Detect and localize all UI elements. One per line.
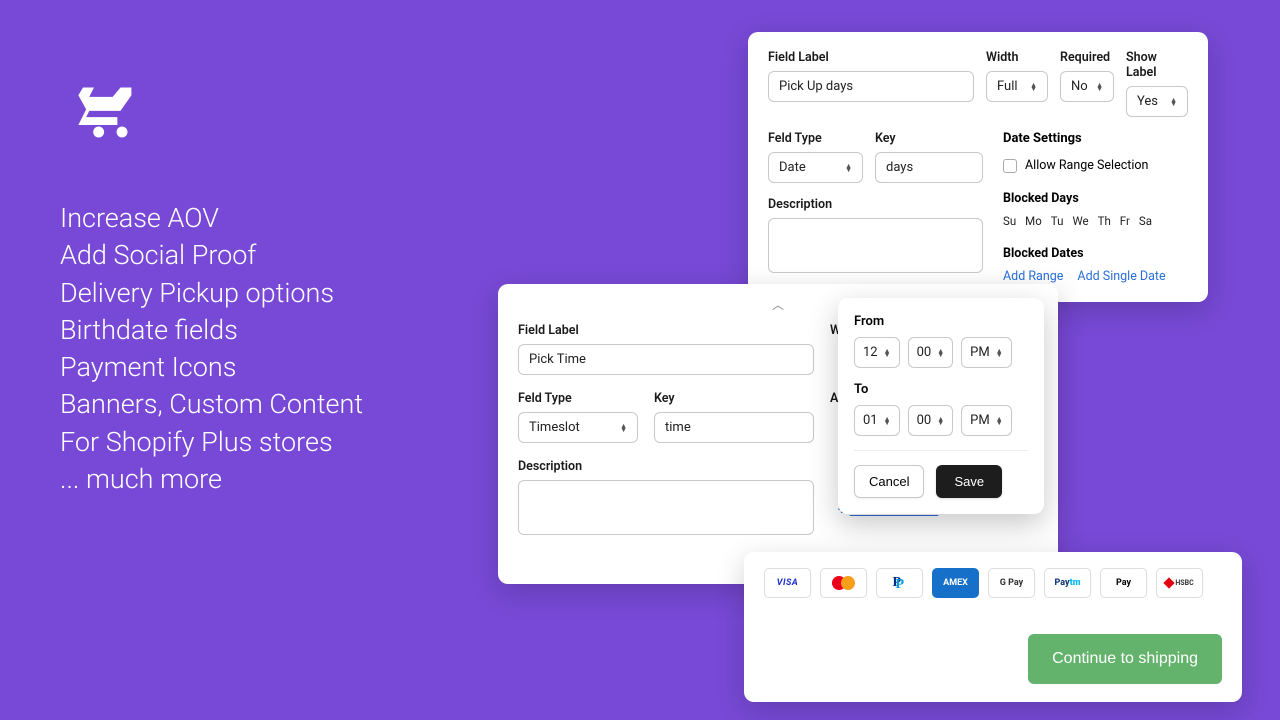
field-label-lbl: Field Label [768, 50, 974, 65]
cancel-button[interactable]: Cancel [854, 465, 924, 498]
field-type-select[interactable]: Date [768, 152, 863, 183]
mastercard-icon [820, 568, 867, 598]
field-label-input[interactable]: Pick Time [518, 344, 814, 375]
app-logo [58, 57, 158, 157]
feature-item: Add Social Proof [60, 237, 363, 274]
visa-icon: VISA [764, 568, 811, 598]
showlabel-select[interactable]: Yes [1126, 86, 1188, 117]
add-range-link[interactable]: Add Range [1003, 269, 1063, 284]
from-hour-select[interactable]: 12 [854, 337, 900, 368]
width-select[interactable]: Full [986, 71, 1048, 102]
required-lbl: Required [1060, 50, 1114, 65]
date-settings-header: Date Settings [1003, 131, 1188, 146]
description-input[interactable] [518, 480, 814, 535]
feature-item: Increase AOV [60, 200, 363, 237]
blocked-dates-header: Blocked Dates [1003, 246, 1188, 261]
from-ampm-select[interactable]: PM [961, 337, 1012, 368]
required-select[interactable]: No [1060, 71, 1114, 102]
feature-list: Increase AOV Add Social Proof Delivery P… [60, 200, 363, 498]
key-lbl: Key [875, 131, 983, 146]
feature-item: Banners, Custom Content [60, 386, 363, 423]
day-toggle[interactable]: Tu [1051, 214, 1064, 228]
description-input[interactable] [768, 218, 983, 273]
applepay-icon: Pay [1100, 568, 1147, 598]
paypal-icon: PP [876, 568, 923, 598]
key-input[interactable]: days [875, 152, 983, 183]
width-lbl: Width [986, 50, 1048, 65]
to-hour-select[interactable]: 01 [854, 405, 900, 436]
feature-item: ... much more [60, 461, 363, 498]
date-field-card: Field Label Pick Up days Width Full Requ… [748, 32, 1208, 302]
feature-item: Birthdate fields [60, 312, 363, 349]
feature-item: For Shopify Plus stores [60, 424, 363, 461]
to-ampm-select[interactable]: PM [961, 405, 1012, 436]
add-single-date-link[interactable]: Add Single Date [1077, 269, 1165, 284]
day-toggle[interactable]: Mo [1025, 214, 1042, 228]
gpay-icon: G Pay [988, 568, 1035, 598]
feature-item: Payment Icons [60, 349, 363, 386]
day-toggle[interactable]: Sa [1139, 214, 1152, 228]
to-minute-select[interactable]: 00 [908, 405, 954, 436]
blocked-days-header: Blocked Days [1003, 191, 1188, 206]
hsbc-icon: HSBC [1156, 568, 1203, 598]
paytm-icon: Paytm [1044, 568, 1091, 598]
day-toggle[interactable]: Su [1003, 214, 1016, 228]
field-type-lbl: Feld Type [768, 131, 863, 146]
day-toggle[interactable]: Fr [1120, 214, 1130, 228]
from-label: From [854, 314, 1028, 329]
key-input[interactable]: time [654, 412, 814, 443]
cart-logo-icon [69, 68, 147, 146]
day-toggle[interactable]: Th [1098, 214, 1111, 228]
feature-item: Delivery Pickup options [60, 275, 363, 312]
payment-card: VISA PP AMEX G Pay Paytm Pay HSBC Contin… [744, 552, 1242, 702]
allow-range-label: Allow Range Selection [1025, 158, 1148, 173]
save-button[interactable]: Save [936, 465, 1002, 498]
continue-to-shipping-button[interactable]: Continue to shipping [1028, 634, 1222, 684]
description-lbl: Description [768, 197, 983, 212]
to-label: To [854, 382, 1028, 397]
field-type-select[interactable]: Timeslot [518, 412, 638, 443]
showlabel-lbl: Show Label [1126, 50, 1188, 80]
day-toggle[interactable]: We [1072, 214, 1088, 228]
amex-icon: AMEX [932, 568, 979, 598]
field-label-input[interactable]: Pick Up days [768, 71, 974, 102]
from-minute-select[interactable]: 00 [908, 337, 954, 368]
description-lbl: Description [518, 459, 814, 474]
field-type-lbl: Feld Type [518, 391, 638, 406]
time-range-popup: From 12 00 PM To 01 00 PM Cancel Save [838, 298, 1044, 514]
allow-range-checkbox[interactable] [1003, 159, 1017, 173]
key-lbl: Key [654, 391, 814, 406]
field-label-lbl: Field Label [518, 323, 814, 338]
